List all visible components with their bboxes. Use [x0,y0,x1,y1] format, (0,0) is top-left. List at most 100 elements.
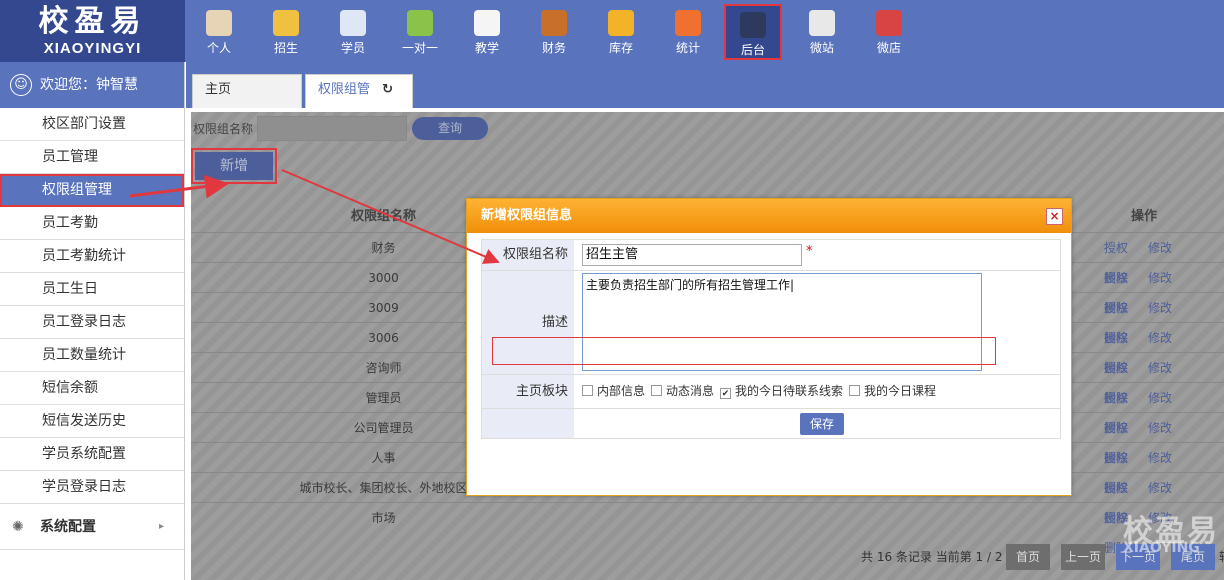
module-checkboxes: 内部信息 动态消息 ✔ 我的今日待联系线索 我的今日课程 [574,375,1060,408]
checkbox-unchecked-icon[interactable] [849,385,861,396]
module-checkbox-label: 我的今日课程 [864,384,937,398]
nav-item-2[interactable]: 学员 [324,4,382,60]
tab-permission-group[interactable]: 权限组管 ↻ ✕ [305,74,413,126]
nav-item-7[interactable]: 统计 [659,4,717,60]
edit-link[interactable]: 修改 [1138,233,1182,263]
new-button[interactable]: 新增 [195,152,273,180]
tab-home[interactable]: 主页 [192,74,302,108]
authorize-link[interactable]: 授权 [1094,263,1138,293]
edit-link[interactable]: 修改 [1138,263,1182,293]
sidebar-item-5[interactable]: 员工生日 [0,273,184,306]
authorize-link[interactable]: 授权 [1094,353,1138,383]
sidebar-item-0[interactable]: 校区部门设置 [0,108,184,141]
column-header-ops: 操作 [1131,209,1158,224]
pager-info: 共 16 条记录 当前第 1 / 2 [861,550,1003,564]
sidebar-item-10[interactable]: 学员系统配置 [0,438,184,471]
module-label: 主页板块 [482,375,574,408]
bar-chart-icon [675,10,701,36]
checkbox-checked-icon[interactable]: ✔ [720,388,732,399]
welcome-banner: ☺ 欢迎您：钟智慧 [0,62,184,108]
sidebar-item-9[interactable]: 短信发送历史 [0,405,184,438]
nav-item-label: 招生 [273,41,298,55]
refresh-icon[interactable]: ↻ [382,82,393,97]
logo-chinese: 校盈易 [38,4,147,39]
nav-item-label: 统计 [675,41,700,55]
welcome-text: 欢迎您：钟智慧 [40,77,138,93]
nav-item-5[interactable]: 财务 [525,4,583,60]
sidebar-item-8[interactable]: 短信余额 [0,372,184,405]
authorize-link[interactable]: 授权 [1094,473,1138,503]
tab-home-label: 主页 [205,82,232,97]
nav-item-3[interactable]: 一对一 [391,4,449,60]
authorize-link[interactable]: 授权 [1094,413,1138,443]
module-checkbox-2[interactable]: ✔ 我的今日待联系线索 [720,379,843,403]
sidebar-group-system-config[interactable]: ✺ 系统配置 ▸ [0,504,184,550]
pager-prev[interactable]: 上一页 [1061,544,1105,570]
nav-item-8[interactable]: 后台 [724,4,782,60]
nav-item-9[interactable]: 微站 [793,4,851,60]
search-person-icon [273,10,299,36]
checkbox-unchecked-icon[interactable] [651,385,663,396]
sidebar-item-3[interactable]: 员工考勤 [0,207,184,240]
checkbox-unchecked-icon[interactable] [582,385,593,396]
search-input[interactable] [257,116,407,141]
store-icon [876,10,902,36]
dialog-close-button[interactable]: × [1046,208,1063,225]
nav-item-10[interactable]: 微店 [860,4,918,60]
name-input[interactable]: 招生主管 [582,244,802,266]
nav-item-6[interactable]: 库存 [592,4,650,60]
nav-item-label: 个人 [206,41,231,55]
module-checkbox-3[interactable]: 我的今日课程 [849,379,936,403]
pager-first[interactable]: 首页 [1006,544,1050,570]
authorize-link[interactable]: 授权 [1094,233,1138,263]
form-row-modules: 主页板块 内部信息 动态消息 ✔ 我的今日待联系线索 我的今日课程 [481,375,1061,409]
module-highlight-box [492,337,996,365]
nav-item-0[interactable]: 个人 [190,4,248,60]
nav-item-label: 财务 [541,41,566,55]
module-checkbox-label: 我的今日待联系线索 [735,384,844,398]
edit-link[interactable]: 修改 [1138,413,1182,443]
edit-link[interactable]: 修改 [1138,293,1182,323]
authorize-link[interactable]: 授权 [1094,323,1138,353]
query-button[interactable]: 查询 [412,117,488,140]
form-row-save: 保存 [481,409,1061,439]
module-checkbox-label: 动态消息 [666,384,715,398]
module-checkbox-1[interactable]: 动态消息 [651,379,714,403]
monitor-icon [740,12,766,38]
logo-english: XIAOYINGYI [43,40,142,57]
chat-bubble-icon [407,10,433,36]
nav-item-4[interactable]: 教学 [458,4,516,60]
sidebar-menu: 校区部门设置 员工管理 权限组管理 员工考勤 员工考勤统计 员工生日 员工登录日志 员工数量统… [0,108,184,504]
edit-link[interactable]: 修改 [1138,383,1182,413]
sidebar-item-2[interactable]: 权限组管理 [0,174,184,207]
tab-permission-label: 权限组管 [318,82,371,97]
edit-link[interactable]: 修改 [1138,473,1182,503]
person-icon [206,10,232,36]
dialog-title-bar: 新增权限组信息 × [467,199,1071,233]
sidebar-item-7[interactable]: 员工数量统计 [0,339,184,372]
sidebar-item-4[interactable]: 员工考勤统计 [0,240,184,273]
nav-item-1[interactable]: 招生 [257,4,315,60]
sidebar-item-1[interactable]: 员工管理 [0,141,184,174]
required-mark: * [806,244,813,259]
watermark-logo-en: XIAOYING [1123,540,1200,556]
search-label: 权限组名称 [193,122,254,136]
module-checkbox-label: 内部信息 [597,384,646,398]
edit-link[interactable]: 修改 [1138,353,1182,383]
authorize-link[interactable]: 授权 [1094,383,1138,413]
edit-link[interactable]: 修改 [1138,443,1182,473]
authorize-link[interactable]: 授权 [1094,293,1138,323]
dialog-title: 新增权限组信息 [481,208,573,223]
new-button-highlight: 新增 [191,148,277,184]
new-permission-group-dialog: 新增权限组信息 × 权限组名称 招生主管 * 描述 主要负责招生部门的所有招生管理… [466,198,1072,496]
nav-item-label: 后台 [740,43,765,57]
save-button[interactable]: 保存 [800,413,844,435]
pager-tail: 转 [1219,544,1224,570]
module-checkbox-0[interactable]: 内部信息 [582,379,645,403]
save-row-label [482,409,574,438]
sidebar-item-6[interactable]: 员工登录日志 [0,306,184,339]
sidebar-item-11[interactable]: 学员登录日志 [0,471,184,504]
edit-link[interactable]: 修改 [1138,323,1182,353]
name-label: 权限组名称 [482,240,574,270]
authorize-link[interactable]: 授权 [1094,443,1138,473]
